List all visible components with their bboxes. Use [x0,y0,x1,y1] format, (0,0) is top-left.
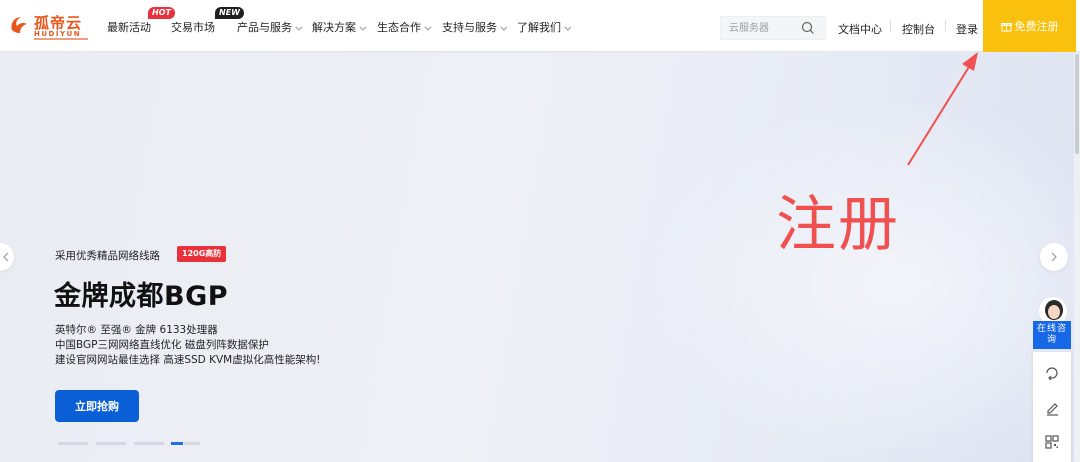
search-input[interactable] [729,21,797,35]
carousel-dot-active[interactable] [171,442,183,445]
scrollbar-thumb[interactable] [1075,54,1079,154]
carousel-dot[interactable] [134,442,164,445]
edit-icon[interactable] [1044,400,1060,416]
hero-banner: 采用优秀精品网络线路 120G高防 金牌成都BGP 英特尔® 至强® 金牌 61… [0,53,1080,462]
nav-item-latest-events[interactable]: 最新活动 [107,19,151,35]
feedback-icon[interactable] [1044,365,1060,381]
nav-item-market[interactable]: 交易市场 [171,19,215,35]
carousel-prev-button[interactable] [0,243,14,271]
search-icon[interactable] [801,21,815,35]
nav-item-label: 最新活动 [107,21,151,34]
side-toolbar [1033,352,1071,462]
hero-tag-badge: 120G高防 [177,246,227,262]
hero-feature-line: 建设官网网站最佳选择 高速SSD KVM虚拟化高性能架构! [55,354,321,366]
nav-item-label: 产品与服务 [237,21,292,34]
register-button[interactable]: 免费注册 [983,0,1076,52]
carousel-next-button[interactable] [1040,243,1068,271]
online-consult-button[interactable]: 在线咨询 [1033,321,1071,349]
search-box [720,16,826,40]
logo[interactable]: 孤帝云 HUDIYUN [8,12,88,42]
qrcode-icon[interactable] [1044,434,1060,450]
hot-badge: HOT [148,7,175,19]
nav-item-support[interactable]: 支持与服务 [442,19,508,35]
hero-feature-line: 中国BGP三网网络直线优化 磁盘列阵数据保护 [55,339,269,351]
logo-underline [34,38,88,40]
register-label: 免费注册 [1014,20,1059,33]
hero-title: 金牌成都BGP [54,281,229,312]
logo-subtext: HUDIYUN [34,30,82,38]
nav-item-label: 解决方案 [312,21,356,34]
nav-item-label: 支持与服务 [442,21,497,34]
hero-feature-line: 英特尔® 至强® 金牌 6133处理器 [55,324,218,336]
nav-item-solutions[interactable]: 解决方案 [312,19,367,35]
chevron-down-icon [424,23,432,31]
chevron-left-icon [3,252,9,262]
nav-item-label: 生态合作 [377,21,421,34]
hero-background-glow [640,93,1080,462]
chevron-down-icon [500,23,508,31]
carousel-dot[interactable] [58,442,88,445]
top-navbar: 孤帝云 HUDIYUN HOT 最新活动 NEW 交易市场 产品与服务 解决方案… [0,0,1080,52]
chevron-down-icon [359,23,367,31]
docs-link[interactable]: 文档中心 [838,21,882,37]
console-link[interactable]: 控制台 [902,21,935,37]
carousel-dot[interactable] [96,442,126,445]
nav-item-label: 交易市场 [171,21,215,34]
nav-item-ecosystem[interactable]: 生态合作 [377,19,432,35]
chevron-right-icon [1051,252,1057,262]
logo-icon [11,17,27,33]
chevron-down-icon [564,23,572,31]
divider [945,20,946,32]
login-link[interactable]: 登录 [956,21,978,37]
buy-now-button[interactable]: 立即抢购 [55,390,139,422]
gift-icon [1000,22,1012,31]
nav-item-label: 了解我们 [517,21,561,34]
annotation-label: 注册 [776,190,900,260]
nav-item-products[interactable]: 产品与服务 [237,19,303,35]
hero-subtitle: 采用优秀精品网络线路 [55,250,160,262]
chevron-down-icon [295,23,303,31]
nav-item-about[interactable]: 了解我们 [517,19,572,35]
carousel-dot-active-tail [184,442,200,445]
divider [890,20,891,32]
new-badge: NEW [215,7,244,19]
